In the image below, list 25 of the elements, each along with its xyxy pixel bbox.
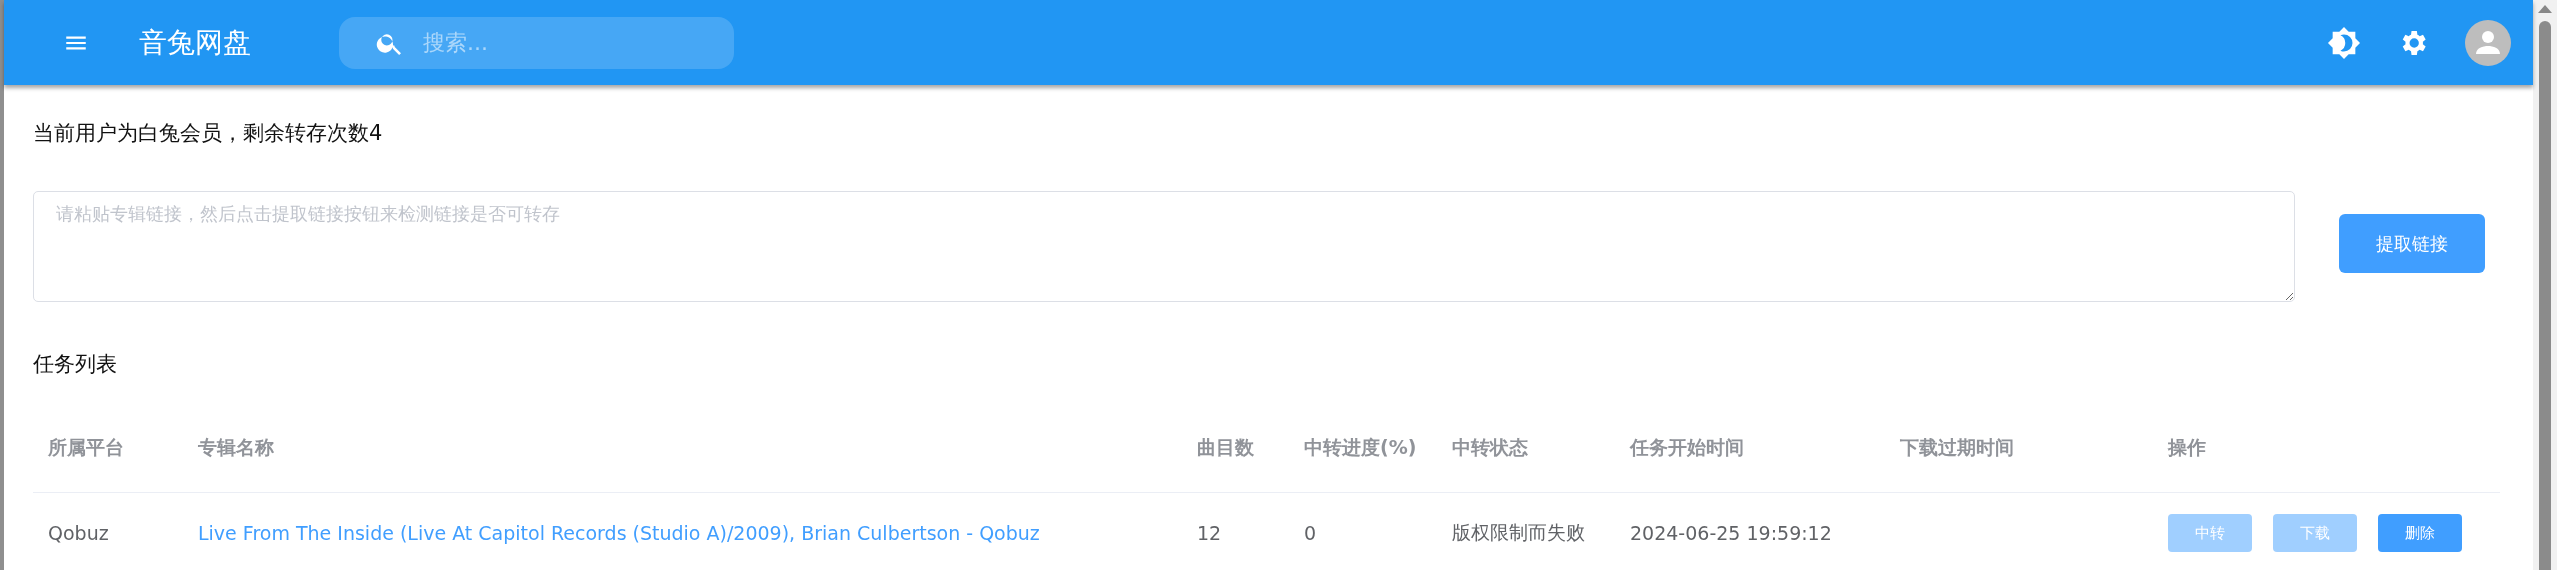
theme-toggle-icon[interactable] (2327, 25, 2361, 60)
column-header: 所属平台 (48, 436, 124, 458)
column-header: 操作 (2168, 436, 2206, 458)
section-title: 任务列表 (33, 351, 118, 378)
platform-cell: Qobuz (48, 522, 109, 544)
column-header: 下载过期时间 (1900, 436, 2014, 458)
scroll-up-icon[interactable] (2538, 5, 2552, 13)
scrollbar-thumb[interactable] (2539, 21, 2551, 570)
avatar-icon[interactable] (2465, 19, 2511, 66)
extract-link-button[interactable]: 提取链接 (2339, 214, 2485, 273)
link-input-field[interactable]: 请粘贴专辑链接，然后点击提取链接按钮来检测链接是否可转存 (33, 191, 2295, 302)
column-header: 中转进度(%) (1304, 436, 1417, 458)
start-time-cell: 2024-06-25 19:59:12 (1630, 522, 1832, 544)
column-header: 任务开始时间 (1630, 436, 1744, 458)
scrollbar[interactable] (2533, 0, 2557, 570)
column-header: 曲目数 (1197, 436, 1254, 458)
app-title: 音兔网盘 (139, 24, 251, 61)
status-cell: 版权限制而失败 (1452, 521, 1585, 543)
track-count-cell: 12 (1197, 522, 1222, 544)
column-header: 中转状态 (1452, 436, 1528, 458)
membership-status: 当前用户为白兔会员，剩余转存次数4 (33, 120, 384, 147)
action-button[interactable]: 删除 (2378, 514, 2462, 552)
album-link[interactable]: Live From The Inside (Live At Capitol Records (Studio A)/2009), Brian Culbertson - Qobuz (198, 522, 1040, 544)
progress-cell: 0 (1304, 522, 1317, 544)
column-header: 专辑名称 (198, 436, 274, 458)
